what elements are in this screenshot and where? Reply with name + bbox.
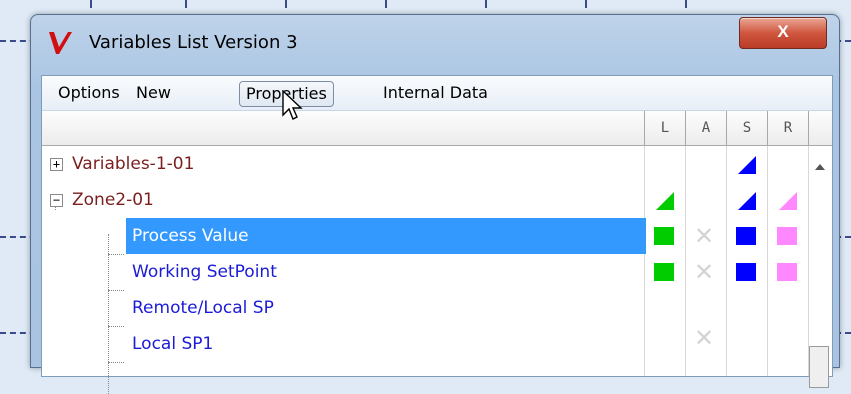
- tree-row[interactable]: − Zone2-01: [42, 182, 812, 218]
- expand-icon[interactable]: +: [50, 158, 63, 171]
- tree-row[interactable]: Process Value ✕: [42, 218, 812, 254]
- tree-row[interactable]: + Variables-1-01: [42, 146, 812, 182]
- tree-item-label: Working SetPoint: [132, 262, 277, 282]
- scroll-thumb[interactable]: [809, 346, 829, 388]
- column-header-l[interactable]: L: [644, 111, 685, 145]
- variables-tree: + Variables-1-01 − Zone2-01 Process Valu…: [42, 146, 832, 376]
- status-triangle-icon: [738, 192, 756, 210]
- column-header-r[interactable]: R: [767, 111, 808, 145]
- menu-internal-data[interactable]: Internal Data: [377, 81, 494, 105]
- close-button[interactable]: X: [739, 17, 827, 49]
- tree-item-label: Zone2-01: [72, 190, 154, 210]
- status-square-icon: [736, 263, 756, 281]
- tree-item-label: Local SP1: [132, 334, 214, 354]
- tree-row[interactable]: Remote/Local SP: [42, 290, 812, 326]
- variables-list-window: Variables List Version 3 X Options New P…: [30, 14, 840, 394]
- tree-row[interactable]: Local SP1 ✕: [42, 326, 812, 362]
- background-tick: [585, 0, 587, 8]
- column-header-s[interactable]: S: [726, 111, 767, 145]
- menu-bar: Options New Properties Internal Data: [42, 76, 832, 111]
- window-title: Variables List Version 3: [89, 32, 298, 53]
- list-header: L A S R: [42, 111, 832, 146]
- collapse-icon[interactable]: −: [50, 194, 63, 207]
- status-triangle-icon: [738, 156, 756, 174]
- status-square-icon: [654, 227, 674, 245]
- disabled-x-icon: ✕: [694, 222, 715, 250]
- background-tick: [385, 0, 387, 8]
- background-tick: [485, 0, 487, 8]
- app-logo-icon: [49, 32, 72, 54]
- background-tick: [90, 0, 92, 8]
- tree-item-label: Variables-1-01: [72, 154, 195, 174]
- disabled-x-icon: ✕: [694, 258, 715, 286]
- status-triangle-icon: [779, 192, 797, 210]
- status-triangle-icon: [656, 192, 674, 210]
- menu-new[interactable]: New: [130, 81, 177, 105]
- column-header-a[interactable]: A: [685, 111, 726, 145]
- menu-options[interactable]: Options: [52, 81, 126, 105]
- disabled-x-icon: ✕: [694, 324, 715, 352]
- tree-item-label: Remote/Local SP: [132, 298, 274, 318]
- status-square-icon: [777, 263, 797, 281]
- background-tick: [685, 0, 687, 8]
- background-tick: [285, 0, 287, 8]
- vertical-scrollbar[interactable]: [809, 146, 831, 388]
- client-area: Options New Properties Internal Data L A…: [41, 75, 833, 394]
- background-tick: [185, 0, 187, 8]
- title-bar[interactable]: Variables List Version 3 X: [31, 15, 839, 71]
- status-square-icon: [736, 227, 756, 245]
- status-square-icon: [654, 263, 674, 281]
- status-square-icon: [777, 227, 797, 245]
- scroll-up-arrow-icon[interactable]: [815, 164, 825, 170]
- mouse-cursor-icon: [282, 90, 303, 120]
- column-header-extra: [808, 111, 833, 145]
- tree-row[interactable]: Working SetPoint ✕: [42, 254, 812, 290]
- tree-item-label: Process Value: [132, 226, 249, 246]
